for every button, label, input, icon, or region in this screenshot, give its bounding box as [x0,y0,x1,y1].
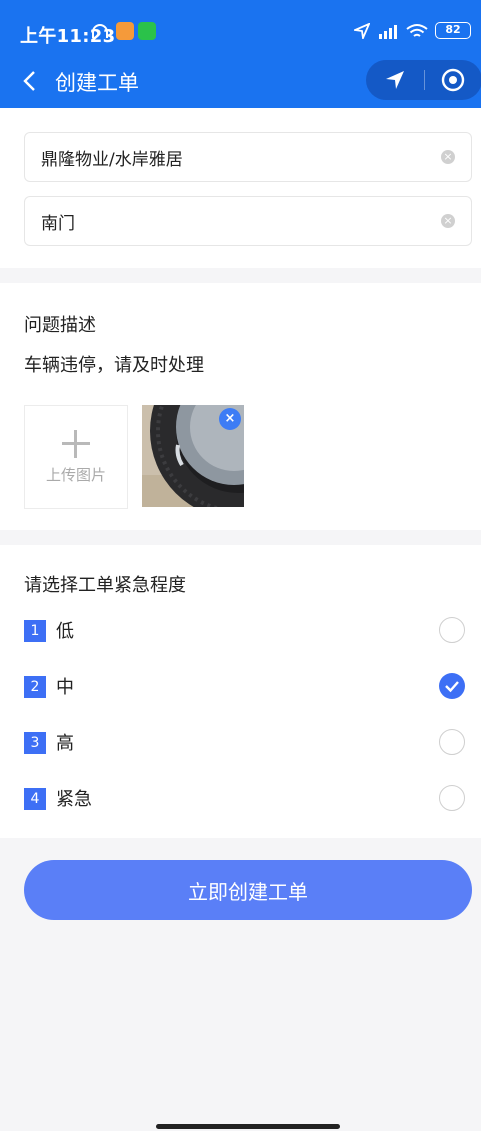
target-circle-icon [442,68,465,92]
checkmark-icon [445,681,459,693]
status-notification-icons [92,22,156,40]
urgency-option-medium[interactable]: 2 中 [0,666,481,722]
location-button[interactable] [366,60,424,100]
remove-photo-button[interactable]: × [219,408,241,430]
problem-description[interactable]: 车辆违停，请及时处理 [24,351,204,377]
option-label: 高 [56,733,74,754]
gate-input-value: 南门 [41,213,75,234]
nav-bar: 创建工单 [0,58,481,108]
option-label: 紧急 [56,789,92,810]
option-number-badge: 3 [24,732,46,754]
gate-input[interactable]: 南门 × [24,196,472,246]
urgency-section-title: 请选择工单紧急程度 [24,575,186,596]
option-number-badge: 1 [24,620,46,642]
app-notification-icon [116,22,134,40]
option-number-badge: 4 [24,788,46,810]
community-input[interactable]: 鼎隆物业/水岸雅居 × [24,132,472,182]
close-miniapp-button[interactable] [424,60,481,100]
status-bar: 上午11:23 82 [0,0,481,58]
option-number-badge: 2 [24,676,46,698]
problem-card: 问题描述 车辆违停，请及时处理 上传图片 × [0,283,481,530]
headset-icon [92,24,108,38]
location-arrow-icon [354,22,370,39]
radio-button[interactable] [439,785,465,811]
back-button[interactable] [14,64,44,98]
clear-icon[interactable]: × [441,150,455,164]
urgency-card: 请选择工单紧急程度 1 低 2 中 3 高 4 紧急 [0,545,481,838]
plus-icon [62,430,90,458]
create-ticket-button[interactable]: 立即创建工单 [24,860,472,920]
miniapp-capsule [366,60,481,100]
back-arrow-icon [23,71,35,91]
location-card: 鼎隆物业/水岸雅居 × 南门 × [0,108,481,268]
community-input-value: 鼎隆物业/水岸雅居 [41,149,183,170]
option-label: 中 [56,677,74,698]
radio-button-checked[interactable] [439,673,465,699]
option-label: 低 [56,621,74,642]
radio-button[interactable] [439,617,465,643]
upload-label: 上传图片 [45,466,106,484]
status-indicators: 82 [354,22,471,39]
battery-icon: 82 [435,22,471,39]
radio-button[interactable] [439,729,465,755]
navigation-arrow-icon [385,71,404,89]
home-indicator[interactable] [156,1124,340,1129]
page-title: 创建工单 [55,71,139,95]
urgency-option-urgent[interactable]: 4 紧急 [0,778,481,834]
signal-icon [379,24,397,39]
urgency-option-low[interactable]: 1 低 [0,610,481,666]
clear-icon[interactable]: × [441,214,455,228]
upload-image-button[interactable]: 上传图片 [24,405,128,509]
wifi-icon [406,23,428,37]
urgency-option-high[interactable]: 3 高 [0,722,481,778]
problem-section-title: 问题描述 [24,315,96,336]
wechat-icon [138,22,156,40]
